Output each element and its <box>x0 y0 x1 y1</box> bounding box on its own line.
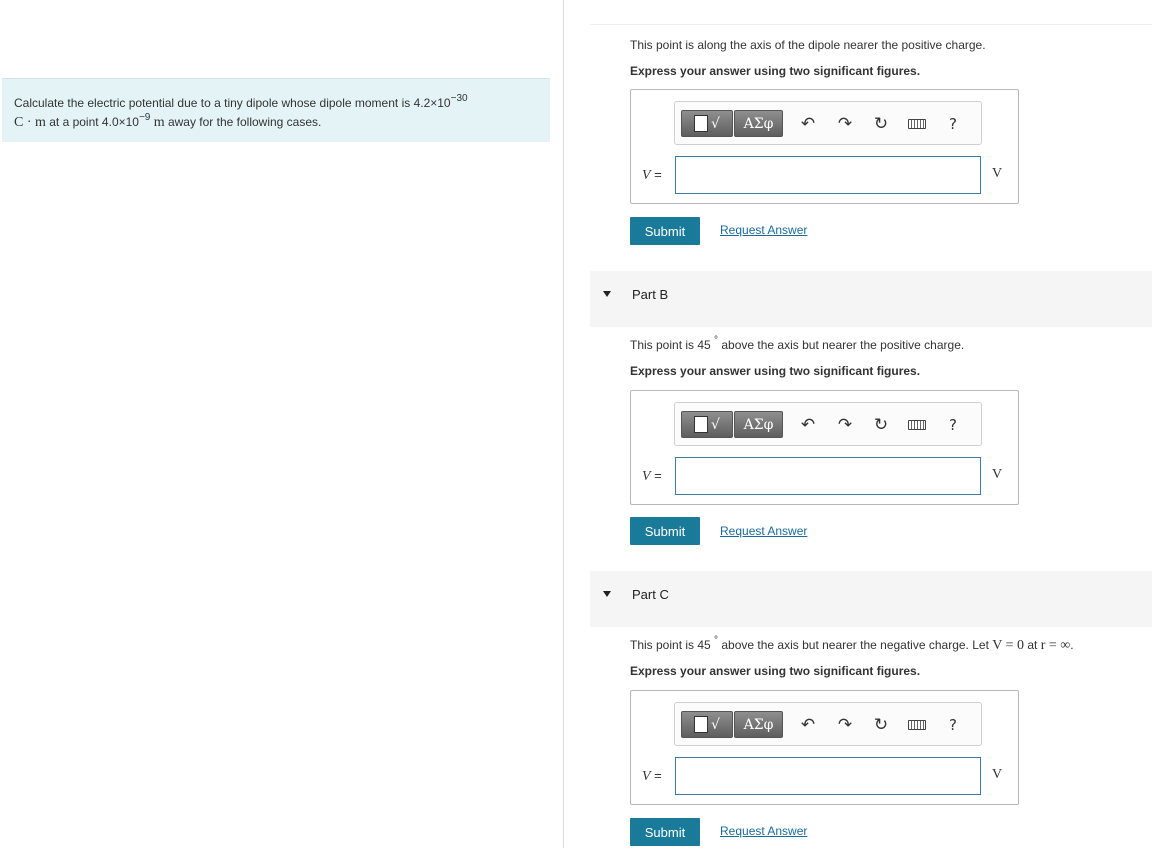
reset-icon[interactable]: ↻ <box>869 413 893 437</box>
math-toolbar: √ ΑΣφ ↶ ↷ ↻ ? <box>674 402 982 446</box>
template-box-icon <box>694 115 709 132</box>
part-a-instruction: Express your answer using two significan… <box>630 64 921 78</box>
problem-statement: Calculate the electric potential due to … <box>2 78 550 142</box>
redo-icon[interactable]: ↷ <box>833 713 857 737</box>
part-c-header[interactable]: Part C <box>590 571 1152 627</box>
part-b-header[interactable]: Part B <box>590 271 1152 327</box>
redo-icon[interactable]: ↷ <box>833 112 857 136</box>
sqrt-icon: √ <box>711 716 720 733</box>
caret-down-icon <box>603 291 611 297</box>
part-b-answer-box: √ ΑΣφ ↶ ↷ ↻ ? V = V <box>630 390 1019 505</box>
variable-label: V = <box>642 468 662 484</box>
keyboard-icon[interactable] <box>905 112 929 136</box>
left-pane: Calculate the electric potential due to … <box>0 0 564 848</box>
problem-mid: at a point 4.0×10 <box>45 115 139 129</box>
math-toolbar: √ ΑΣφ ↶ ↷ ↻ ? <box>674 101 982 145</box>
part-a-answer-box: √ ΑΣφ ↶ ↷ ↻ ? V = V <box>630 89 1019 204</box>
template-box-icon <box>694 416 709 433</box>
templates-button[interactable]: √ <box>681 110 733 137</box>
problem-unit-1: C · m <box>14 115 46 130</box>
help-button[interactable]: ? <box>941 713 965 737</box>
part-b-title: Part B <box>632 287 669 302</box>
problem-unit-2: m <box>153 115 165 130</box>
templates-button[interactable]: √ <box>681 411 733 438</box>
templates-button[interactable]: √ <box>681 711 733 738</box>
variable-label: V = <box>642 768 662 784</box>
part-a-request-answer-link[interactable]: Request Answer <box>720 223 807 237</box>
divider <box>590 24 1152 25</box>
part-c-title: Part C <box>632 587 669 602</box>
part-c-instruction: Express your answer using two significan… <box>630 664 921 678</box>
part-c-prompt: This point is 45 ° above the axis but ne… <box>630 635 1074 654</box>
part-b-request-answer-link[interactable]: Request Answer <box>720 524 807 538</box>
greek-symbols-button[interactable]: ΑΣφ <box>734 411 783 438</box>
reset-icon[interactable]: ↻ <box>869 713 893 737</box>
part-c-answer-input[interactable] <box>675 757 981 795</box>
sqrt-icon: √ <box>711 416 720 433</box>
help-button[interactable]: ? <box>941 413 965 437</box>
undo-icon[interactable]: ↶ <box>796 713 820 737</box>
part-c-answer-box: √ ΑΣφ ↶ ↷ ↻ ? V = V <box>630 690 1019 805</box>
problem-exponent-2: −9 <box>138 112 151 123</box>
right-pane: This point is along the axis of the dipo… <box>564 0 1152 848</box>
sqrt-icon: √ <box>711 115 720 132</box>
part-a-prompt: This point is along the axis of the dipo… <box>630 38 986 52</box>
part-b-answer-input[interactable] <box>675 457 981 495</box>
greek-symbols-button[interactable]: ΑΣφ <box>734 110 783 137</box>
problem-tail: away for the following cases. <box>164 115 322 129</box>
part-b-prompt: This point is 45 ° above the axis but ne… <box>630 335 965 353</box>
part-b-instruction: Express your answer using two significan… <box>630 364 921 378</box>
problem-exponent-1: −30 <box>450 93 468 104</box>
reset-icon[interactable]: ↻ <box>869 112 893 136</box>
part-c-request-answer-link[interactable]: Request Answer <box>720 824 807 838</box>
redo-icon[interactable]: ↷ <box>833 413 857 437</box>
keyboard-icon[interactable] <box>905 713 929 737</box>
unit-label: V <box>992 166 1003 181</box>
problem-intro: Calculate the electric potential due to … <box>14 96 451 110</box>
unit-label: V <box>992 767 1003 782</box>
undo-icon[interactable]: ↶ <box>796 112 820 136</box>
undo-icon[interactable]: ↶ <box>796 413 820 437</box>
variable-label: V = <box>642 167 662 183</box>
part-a-submit-button[interactable]: Submit <box>630 217 700 245</box>
part-a-answer-input[interactable] <box>675 156 981 194</box>
part-c-submit-button[interactable]: Submit <box>630 818 700 846</box>
unit-label: V <box>992 467 1003 482</box>
greek-symbols-button[interactable]: ΑΣφ <box>734 711 783 738</box>
help-button[interactable]: ? <box>941 112 965 136</box>
part-b-submit-button[interactable]: Submit <box>630 517 700 545</box>
math-toolbar: √ ΑΣφ ↶ ↷ ↻ ? <box>674 702 982 746</box>
caret-down-icon <box>603 591 611 597</box>
keyboard-icon[interactable] <box>905 413 929 437</box>
template-box-icon <box>694 716 709 733</box>
